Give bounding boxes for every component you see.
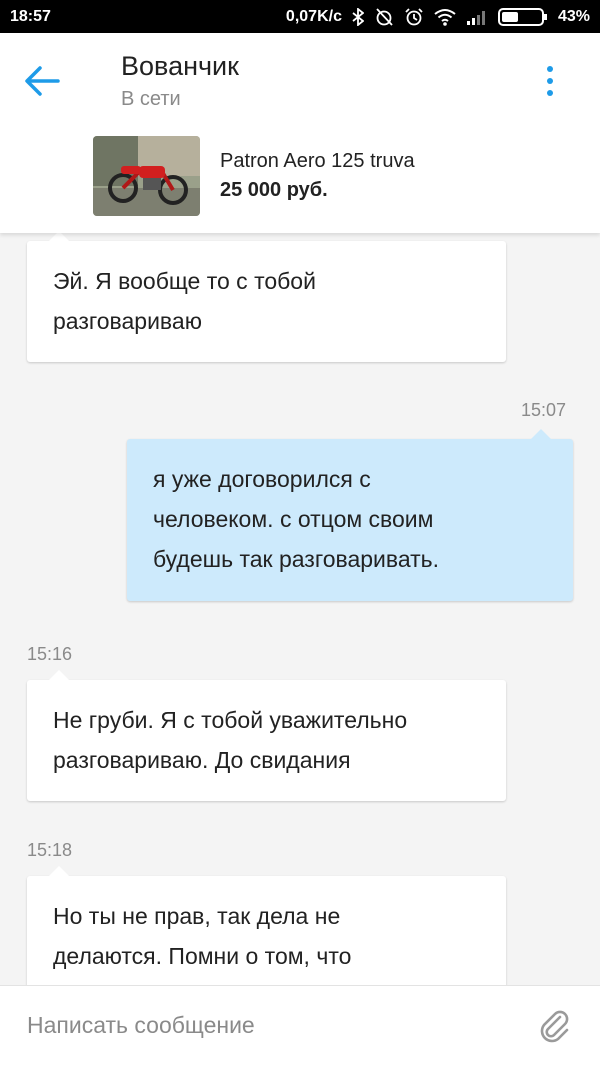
more-options-button[interactable] <box>538 63 562 99</box>
message-timestamp: 15:07 <box>521 400 567 420</box>
ad-info: Patron Aero 125 truva 25 000 руб. <box>220 150 415 202</box>
message-text-line: разговариваю <box>53 308 202 334</box>
network-speed: 0,07K/c <box>285 7 342 25</box>
alarm-off-icon <box>376 7 393 26</box>
message-text-line: Но ты не прав, так дела не <box>53 903 341 929</box>
message-text-line: я уже договорился с <box>153 466 371 492</box>
message-text-line: разговариваю. До свидания <box>53 747 351 773</box>
arrow-left-icon <box>25 66 60 96</box>
message-text-line: Эй. Я вообще то с тобой <box>53 268 316 294</box>
contact-name[interactable]: Вованчик <box>121 51 239 82</box>
alarm-icon <box>405 7 423 25</box>
signal-icon <box>466 10 485 25</box>
battery-level: 43% <box>557 7 590 25</box>
message-timestamp: 15:16 <box>27 644 73 664</box>
bluetooth-icon <box>352 7 364 26</box>
message-composer: Написать сообщение <box>0 985 600 1066</box>
ad-price: 25 000 руб. <box>220 179 328 201</box>
contact-status: В сети <box>121 88 181 110</box>
message-timestamp: 15:18 <box>27 840 73 860</box>
message-bubble-outgoing[interactable]: я уже договорился с человеком. с отцом с… <box>127 429 573 601</box>
message-input[interactable]: Написать сообщение <box>27 1012 255 1039</box>
more-vert-icon <box>547 66 553 96</box>
message-text-line: будешь так разговаривать. <box>153 546 440 572</box>
wifi-icon <box>434 8 456 26</box>
message-text-line: делаются. Помни о том, что <box>53 943 352 969</box>
battery-icon <box>497 7 547 26</box>
ad-title: Patron Aero 125 truva <box>220 150 415 172</box>
message-text-line: человеком. с отцом своим <box>153 506 434 532</box>
chat-header: Вованчик В сети Patron Aero 125 truva 25… <box>0 33 600 233</box>
back-button[interactable] <box>22 63 66 99</box>
ad-thumbnail <box>93 136 200 216</box>
paperclip-icon <box>540 1010 569 1043</box>
message-bubble-incoming[interactable]: Эй. Я вообще то с тобой разговариваю <box>27 233 506 362</box>
ad-card[interactable]: Patron Aero 125 truva 25 000 руб. <box>93 136 415 216</box>
message-list[interactable]: Эй. Я вообще то с тобой разговариваю 15:… <box>0 233 600 985</box>
status-bar: 18:57 0,07K/c 43% <box>0 0 600 33</box>
status-time: 18:57 <box>10 7 51 25</box>
message-bubble-incoming[interactable]: Не груби. Я с тобой уважительно разговар… <box>27 670 506 801</box>
attach-button[interactable] <box>536 1008 572 1044</box>
message-text-line: Не груби. Я с тобой уважительно <box>53 707 408 733</box>
message-bubble-incoming[interactable]: Но ты не прав, так дела не делаются. Пом… <box>27 866 506 985</box>
